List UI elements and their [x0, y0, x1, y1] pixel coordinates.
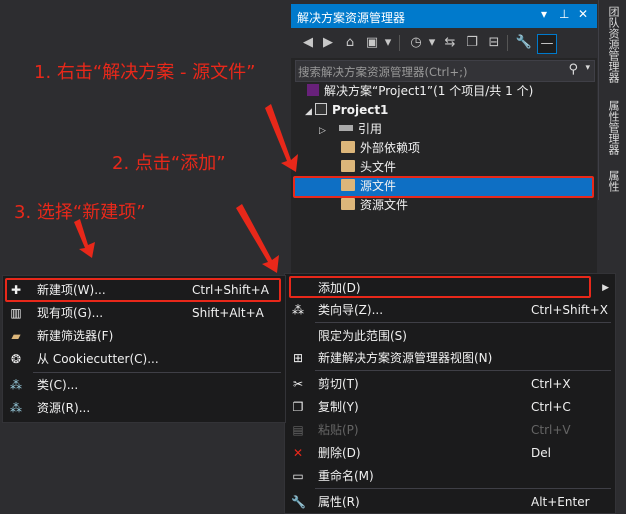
class-icon: ⁂ [10, 378, 22, 392]
menu-item-delete[interactable]: ✕ 删除(D) Del [285, 442, 615, 464]
menu-divider [33, 372, 281, 373]
menu-item-copy[interactable]: ❐ 复制(Y) Ctrl+C [285, 396, 615, 418]
menu-item-existing-item[interactable]: ▥ 现有项(G)... Shift+Alt+A [3, 302, 285, 324]
arrow-step3 [74, 219, 95, 258]
menu-item-rename[interactable]: ▭ 重命名(M) [285, 465, 615, 487]
menu-item-new-view[interactable]: ⊞ 新建解决方案资源管理器视图(N) [285, 347, 615, 369]
delete-icon: ✕ [292, 446, 304, 460]
paste-icon: ▤ [292, 423, 304, 437]
new-filter-icon: ▰ [11, 329, 21, 343]
new-view-icon: ⊞ [292, 351, 304, 365]
context-menu: 添加(D) ▶ ⁂ 类向导(Z)... Ctrl+Shift+X 限定为此范围(… [284, 273, 616, 514]
resource-icon: ⁂ [10, 401, 22, 415]
cookiecutter-icon: ❂ [10, 352, 22, 366]
arrow-step1 [265, 104, 298, 172]
menu-divider [315, 370, 611, 371]
scissors-icon: ✂ [292, 377, 304, 391]
highlight-box [289, 276, 591, 298]
menu-item-new-filter[interactable]: ▰ 新建筛选器(F) [3, 325, 285, 347]
rename-icon: ▭ [292, 469, 304, 483]
menu-divider [315, 488, 611, 489]
class-wizard-icon: ⁂ [292, 303, 304, 317]
arrow-step2 [236, 204, 279, 273]
menu-item-cookiecutter[interactable]: ❂ 从 Cookiecutter(C)... [3, 348, 285, 370]
menu-item-resource[interactable]: ⁂ 资源(R)... [3, 397, 285, 419]
menu-item-paste: ▤ 粘贴(P) Ctrl+V [292, 423, 571, 437]
copy-icon: ❐ [292, 400, 304, 414]
menu-item-cut[interactable]: ✂ 剪切(T) Ctrl+X [285, 373, 615, 395]
add-submenu: ✚ 新建项(W)... Ctrl+Shift+A ▥ 现有项(G)... Shi… [2, 275, 286, 423]
submenu-arrow-icon: ▶ [602, 283, 609, 293]
existing-item-icon: ▥ [10, 306, 22, 320]
wrench-icon: 🔧 [291, 495, 306, 509]
menu-item-properties[interactable]: 🔧 属性(R) Alt+Enter [285, 491, 615, 513]
menu-item-class-wizard[interactable]: ⁂ 类向导(Z)... Ctrl+Shift+X [285, 299, 615, 321]
menu-divider [315, 322, 611, 323]
menu-item-class[interactable]: ⁂ 类(C)... [3, 374, 285, 396]
highlight-box [5, 278, 281, 302]
menu-item-scope-to-this[interactable]: 限定为此范围(S) [285, 325, 615, 347]
